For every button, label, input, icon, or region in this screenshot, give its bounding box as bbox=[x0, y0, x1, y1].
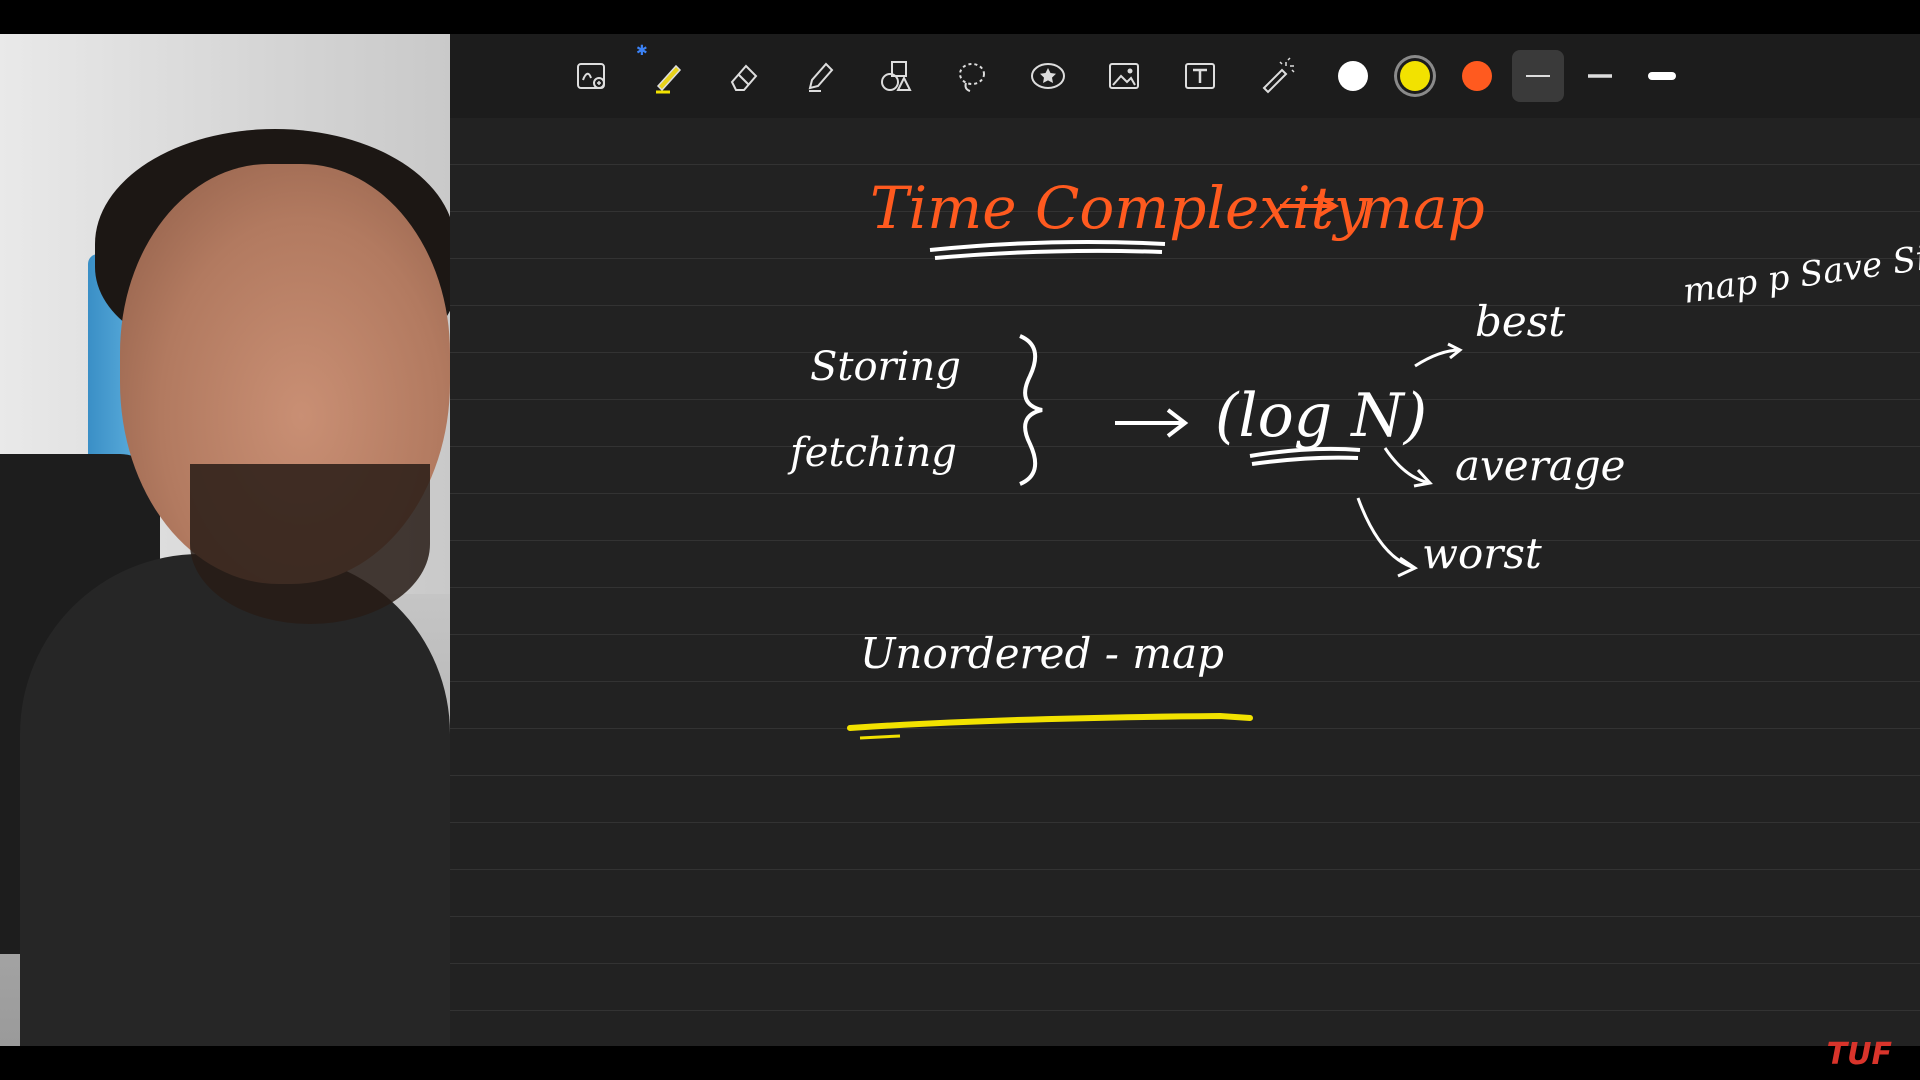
note-worst: worst bbox=[1422, 529, 1542, 578]
note-storing: Storing bbox=[810, 344, 961, 390]
sticker-icon[interactable] bbox=[1022, 50, 1074, 102]
yellow-underline bbox=[847, 712, 1253, 731]
presenter-beard bbox=[190, 464, 430, 624]
video-frame: ✱ Time Complexity map map p Save Si Stor… bbox=[0, 0, 1920, 1080]
color-orange-swatch[interactable] bbox=[1462, 61, 1492, 91]
notes-app: ✱ Time Complexity map map p Save Si Stor… bbox=[450, 34, 1920, 1046]
textbox-icon[interactable] bbox=[1174, 50, 1226, 102]
presenter-hoodie bbox=[20, 554, 450, 1046]
stroke-medium-option[interactable] bbox=[1574, 50, 1626, 102]
channel-logo: TUF bbox=[1826, 1037, 1892, 1072]
color-yellow-swatch[interactable] bbox=[1400, 61, 1430, 91]
note-complexity: (log N) bbox=[1215, 381, 1427, 451]
image-icon[interactable] bbox=[1098, 50, 1150, 102]
note-side-text: map p Save Si bbox=[1681, 238, 1920, 312]
note-canvas[interactable]: Time Complexity map map p Save Si Storin… bbox=[450, 118, 1920, 1046]
note-unordered-map: Unordered - map bbox=[860, 629, 1224, 678]
best-arrow bbox=[1414, 342, 1463, 368]
brace-arrow bbox=[1115, 408, 1189, 438]
webcam-feed bbox=[0, 34, 450, 1046]
title-underline bbox=[929, 240, 1166, 260]
note-best: best bbox=[1475, 297, 1565, 346]
brace bbox=[1019, 334, 1043, 486]
yellow-underline-tail bbox=[859, 734, 901, 740]
eraser-icon[interactable] bbox=[718, 50, 770, 102]
drawing-toolbar: ✱ bbox=[450, 34, 1920, 118]
note-fetching: fetching bbox=[787, 430, 957, 476]
complexity-underline bbox=[1249, 446, 1361, 466]
zoom-box-icon[interactable] bbox=[566, 50, 618, 102]
stroke-thin-option[interactable] bbox=[1512, 50, 1564, 102]
shapes-icon[interactable] bbox=[870, 50, 922, 102]
highlighter-icon[interactable] bbox=[794, 50, 846, 102]
note-map-label: map bbox=[1358, 174, 1485, 242]
lasso-icon[interactable] bbox=[946, 50, 998, 102]
average-arrow bbox=[1383, 447, 1433, 488]
stroke-thick-option[interactable] bbox=[1636, 50, 1688, 102]
laser-pointer-icon[interactable] bbox=[1250, 50, 1302, 102]
note-average: average bbox=[1455, 441, 1625, 490]
color-white-swatch[interactable] bbox=[1338, 61, 1368, 91]
worst-arrow bbox=[1356, 497, 1419, 578]
pen-icon[interactable] bbox=[642, 50, 694, 102]
